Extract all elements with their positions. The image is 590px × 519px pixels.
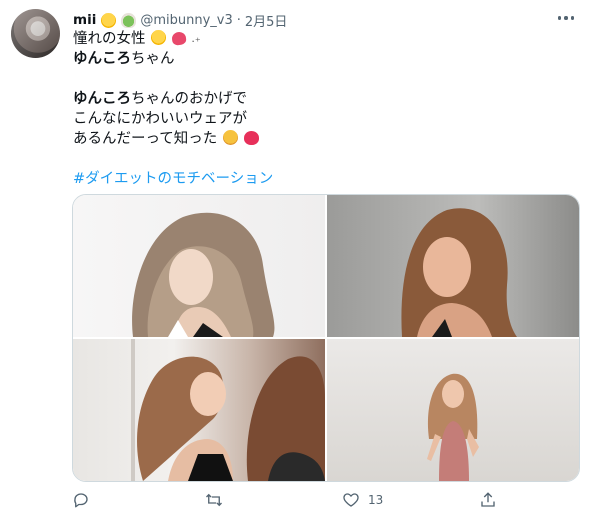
text-line-5: あるんだーって知った bbox=[73, 129, 573, 149]
share-button[interactable] bbox=[479, 489, 497, 511]
text-segment: こんなにかわいいウェアが bbox=[73, 111, 247, 127]
text-segment: あるんだーって知った bbox=[73, 131, 218, 147]
tweet-actions: 13 bbox=[72, 489, 572, 511]
photo-2[interactable] bbox=[327, 195, 579, 337]
hugging-face-emoji bbox=[222, 130, 238, 145]
chick-emoji bbox=[151, 30, 167, 45]
retweet-icon bbox=[206, 493, 222, 507]
photo-3[interactable] bbox=[73, 339, 325, 481]
text-gap bbox=[73, 149, 573, 169]
text-segment: 憧れの女性 bbox=[73, 31, 146, 47]
heart-emoji bbox=[170, 31, 187, 46]
more-options-icon[interactable] bbox=[556, 10, 576, 26]
text-segment: ちゃんのおかげで bbox=[131, 91, 247, 107]
reply-icon bbox=[74, 493, 88, 508]
photo-1[interactable] bbox=[73, 195, 325, 337]
text-line-4: こんなにかわいいウェアが bbox=[73, 109, 573, 129]
photo-3-art bbox=[131, 339, 325, 481]
text-line-2: ゆんころちゃん bbox=[73, 49, 573, 69]
text-bold-segment: ゆんころ bbox=[73, 51, 131, 67]
tweet[interactable]: mii @mibunny_v3 · 2月5日 憧れの女性 ·⁺ ゆんころちゃん … bbox=[0, 0, 590, 519]
photo-1-art bbox=[132, 212, 275, 337]
photo-2-art bbox=[401, 208, 517, 337]
text-line-3: ゆんころちゃんのおかげで bbox=[73, 89, 573, 109]
text-gap bbox=[73, 69, 573, 89]
user-handle[interactable]: @mibunny_v3 bbox=[140, 13, 232, 28]
dot bbox=[557, 16, 562, 20]
photo-4-art bbox=[427, 373, 479, 481]
like-button[interactable]: 13 bbox=[342, 489, 383, 511]
text-line-6: #ダイエットのモチベーション bbox=[73, 169, 573, 189]
avatar[interactable] bbox=[11, 9, 60, 58]
chick-emoji bbox=[101, 12, 117, 28]
reply-button[interactable] bbox=[72, 489, 90, 511]
salad-emoji bbox=[121, 12, 137, 28]
text-bold-segment: ゆんころ bbox=[73, 91, 131, 107]
heart-icon bbox=[343, 493, 359, 507]
tweet-header: mii @mibunny_v3 · 2月5日 bbox=[73, 11, 288, 30]
retweet-button[interactable] bbox=[204, 489, 224, 511]
hashtag-link[interactable]: #ダイエットのモチベーション bbox=[73, 171, 273, 187]
media-grid bbox=[72, 194, 580, 482]
tweet-text: 憧れの女性 ·⁺ ゆんころちゃん ゆんころちゃんのおかげで こんなにかわいいウェ… bbox=[73, 29, 573, 189]
heart-emoji bbox=[243, 131, 259, 145]
tweet-date[interactable]: 2月5日 bbox=[245, 11, 288, 30]
dot bbox=[564, 16, 568, 20]
share-icon bbox=[481, 492, 495, 507]
avatar-shade bbox=[11, 9, 60, 58]
display-name[interactable]: mii bbox=[73, 12, 96, 28]
text-line-1: 憧れの女性 ·⁺ bbox=[73, 29, 573, 49]
sparkle-emoji: ·⁺ bbox=[191, 35, 201, 48]
photo-4[interactable] bbox=[327, 339, 579, 481]
dot bbox=[570, 16, 575, 20]
text-segment: ちゃん bbox=[131, 51, 175, 67]
like-count: 13 bbox=[368, 493, 384, 507]
separator-dot: · bbox=[236, 12, 241, 28]
